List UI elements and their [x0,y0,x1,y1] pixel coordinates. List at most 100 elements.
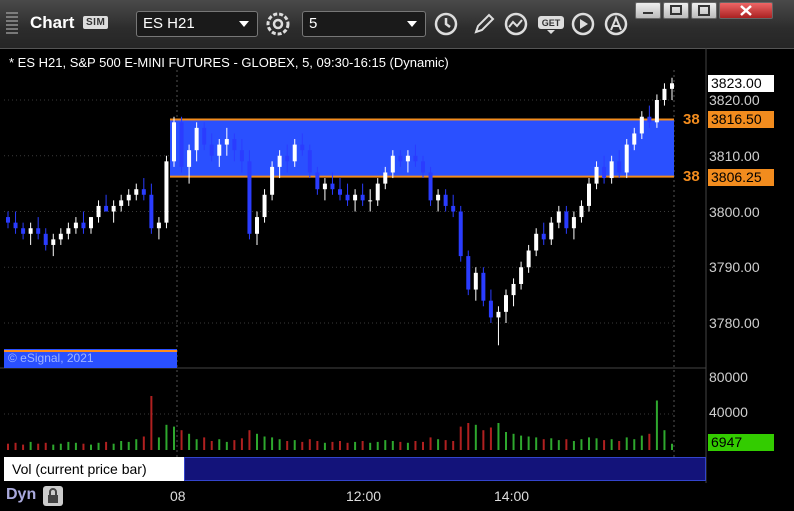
candle-body [202,127,207,145]
time-axis[interactable]: 08 12:00 14:00 [0,483,794,510]
volume-axis-label: 40000 [709,404,748,420]
time-axis-label: 14:00 [494,488,530,504]
volume-panel-bar [184,457,706,481]
candle-body [587,183,591,206]
candle-body [375,183,380,201]
candle-body [224,139,229,145]
chart-info-line: * ES H21, S&P 500 E-MINI FUTURES - GLOBE… [9,55,449,70]
volume-axis-label: 80000 [709,369,748,385]
band-top-price-tag: 3816.50 [708,111,774,128]
chart-window: Chart SIM ES H21 5 GET * ES H21, S&P 500… [0,0,794,510]
candle-body [662,88,667,100]
candle-body [51,239,56,245]
candle-body [556,211,561,223]
candle-body [66,228,71,234]
candle-body [300,144,305,151]
candle-body [21,228,26,234]
candle-body [534,233,539,251]
candle-body [632,133,637,145]
candle-body [262,194,267,218]
candle-body [315,172,320,190]
candle-body [602,166,607,179]
candle-body [179,122,184,167]
candle-body [322,183,327,190]
candle-body [451,205,456,212]
candle-body [398,155,403,162]
candle-body [571,217,576,229]
candle-body [609,161,614,179]
volume-panel-label[interactable]: Vol (current price bar) [4,457,184,481]
candle-body [89,217,93,229]
close-icon[interactable]: ✕ [170,455,180,469]
candle-body [654,100,659,123]
volume-tag: 6947 [708,434,774,451]
band-bottom-price-tag: 3806.25 [708,169,774,186]
candle-body [549,222,554,240]
candle-body [473,272,478,290]
candle-body [13,222,18,229]
candle-body [307,150,312,173]
candle-body [36,228,41,234]
candle-body [390,155,395,173]
candle-body [421,161,425,173]
dynamic-mode-label[interactable]: Dyn [6,486,36,504]
candle-body [277,155,282,167]
lock-button[interactable] [43,486,63,506]
price-chart-svg[interactable] [0,0,794,510]
candle-body [481,272,486,301]
candle-body [6,217,10,223]
price-axis-label: 3800.00 [709,204,760,220]
copyright-line [4,350,177,352]
candle-body [330,183,335,190]
candle-body [239,150,244,162]
candle-body [345,194,350,201]
candle-body [670,83,674,89]
candle-body [647,116,652,123]
candle-body [496,311,501,318]
lock-icon [48,488,58,503]
band-top-count: 38 [683,111,700,128]
candle-body [43,233,48,245]
price-axis-label: 3810.00 [709,148,760,164]
candle-body [119,200,124,206]
candle-body [126,194,131,201]
candle-body [541,233,546,240]
candle-body [488,300,493,318]
candle-body [172,122,176,162]
candle-body [134,189,139,195]
candle-body [383,172,388,184]
candle-body [104,205,109,212]
candle-body [81,222,86,229]
candle-body [73,222,78,229]
candle-body [28,228,33,234]
candle-body [360,194,365,201]
candle-body [58,233,63,240]
candle-body [96,205,101,218]
candle-body [504,295,508,312]
candle-body [564,211,569,229]
candle-body [458,211,463,257]
price-axis-label: 3820.00 [709,92,760,108]
candle-body [428,172,433,201]
candle-body [247,161,252,234]
candle-body [443,194,448,206]
candle-body [624,144,629,173]
candle-body [353,194,358,201]
candle-body [594,166,599,184]
candle-body [111,205,116,212]
candle-body [413,155,418,162]
candle-body [368,200,373,202]
candle-body [436,194,441,201]
last-price-tag: 3823.00 [708,75,774,92]
candle-body [149,194,154,229]
candle-body [405,155,410,162]
price-axis-label: 3780.00 [709,315,760,331]
price-axis-label: 3790.00 [709,259,760,275]
candle-body [270,166,275,195]
time-axis-label: 08 [170,488,186,504]
band-bottom-count: 38 [683,168,700,185]
candle-body [232,139,237,151]
candle-body [466,256,471,290]
candle-body [285,155,290,162]
candle-body [519,267,524,284]
